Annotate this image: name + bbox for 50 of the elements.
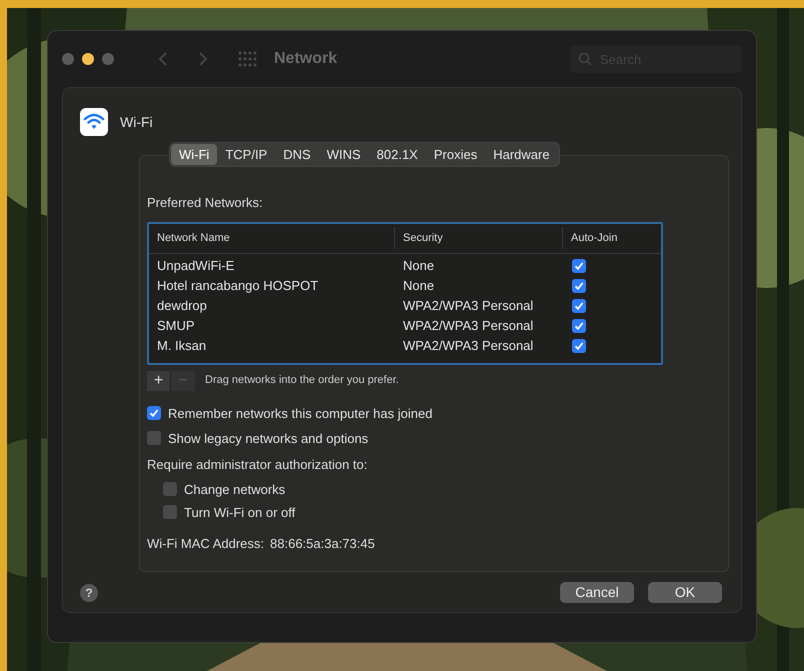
table-cell-text: WPA2/WPA3 Personal xyxy=(402,336,534,355)
service-name: Wi-Fi xyxy=(120,112,153,132)
table-cell-text: WPA2/WPA3 Personal xyxy=(402,316,534,335)
back-icon[interactable] xyxy=(158,51,168,67)
checkbox[interactable] xyxy=(572,318,586,332)
tab[interactable]: WINS xyxy=(318,144,369,165)
mac-address-label: Wi-Fi MAC Address: xyxy=(147,536,264,550)
checkbox-label[interactable]: Turn Wi-Fi on or off xyxy=(184,504,296,520)
table-cell-text: None xyxy=(402,276,436,295)
tab[interactable]: 802.1X xyxy=(368,144,426,165)
dialog-button[interactable]: Cancel xyxy=(560,582,634,603)
checkbox[interactable] xyxy=(163,505,177,519)
checkbox-label[interactable]: Remember networks this computer has joined xyxy=(168,406,432,420)
window-control[interactable] xyxy=(82,53,94,65)
column-header[interactable]: Security xyxy=(394,227,562,249)
add-button[interactable]: + xyxy=(147,370,171,390)
forward-icon[interactable] xyxy=(198,51,208,67)
column-header[interactable]: Network Name xyxy=(149,227,394,249)
column-header[interactable]: Auto-Join xyxy=(562,227,652,249)
tab[interactable]: Proxies xyxy=(426,144,486,165)
table-cell-text: SMUP xyxy=(156,316,196,335)
checkbox[interactable] xyxy=(572,298,586,312)
section-label: Require administrator authorization to: xyxy=(147,456,368,472)
hint-text: Drag networks into the order you prefer. xyxy=(205,373,399,388)
table-cell-text: M. Iksan xyxy=(156,336,208,355)
checkbox[interactable] xyxy=(572,278,586,292)
mac-address-value: 88:66:5a:3a:73:45 xyxy=(270,536,375,550)
search-icon xyxy=(578,52,592,66)
table-cell-text: dewdrop xyxy=(156,296,208,315)
checkbox[interactable] xyxy=(572,338,586,352)
tab[interactable]: Wi-Fi xyxy=(171,144,218,165)
table-cell-text: WPA2/WPA3 Personal xyxy=(402,296,534,315)
checkbox[interactable] xyxy=(147,406,161,420)
grid-icon[interactable] xyxy=(238,51,258,67)
wifi-icon xyxy=(80,108,108,136)
checkbox[interactable] xyxy=(572,258,586,272)
table-cell-text: None xyxy=(402,256,436,275)
tab[interactable]: TCP/IP xyxy=(217,144,276,165)
checkbox[interactable] xyxy=(147,431,161,445)
table-cell-text: UnpadWiFi-E xyxy=(156,256,236,275)
table-cell-text: Hotel rancabango HOSPOT xyxy=(156,276,320,295)
section-label: Preferred Networks: xyxy=(147,194,264,212)
window-title: Network xyxy=(274,49,338,69)
tab[interactable]: Hardware xyxy=(485,144,558,165)
dialog-button[interactable]: OK xyxy=(648,582,722,603)
checkbox-label[interactable]: Change networks xyxy=(184,482,286,496)
checkbox[interactable] xyxy=(163,482,177,496)
tab[interactable]: DNS xyxy=(275,144,319,165)
help-button[interactable]: ? xyxy=(80,584,98,602)
checkbox-label[interactable]: Show legacy networks and options xyxy=(168,430,368,446)
